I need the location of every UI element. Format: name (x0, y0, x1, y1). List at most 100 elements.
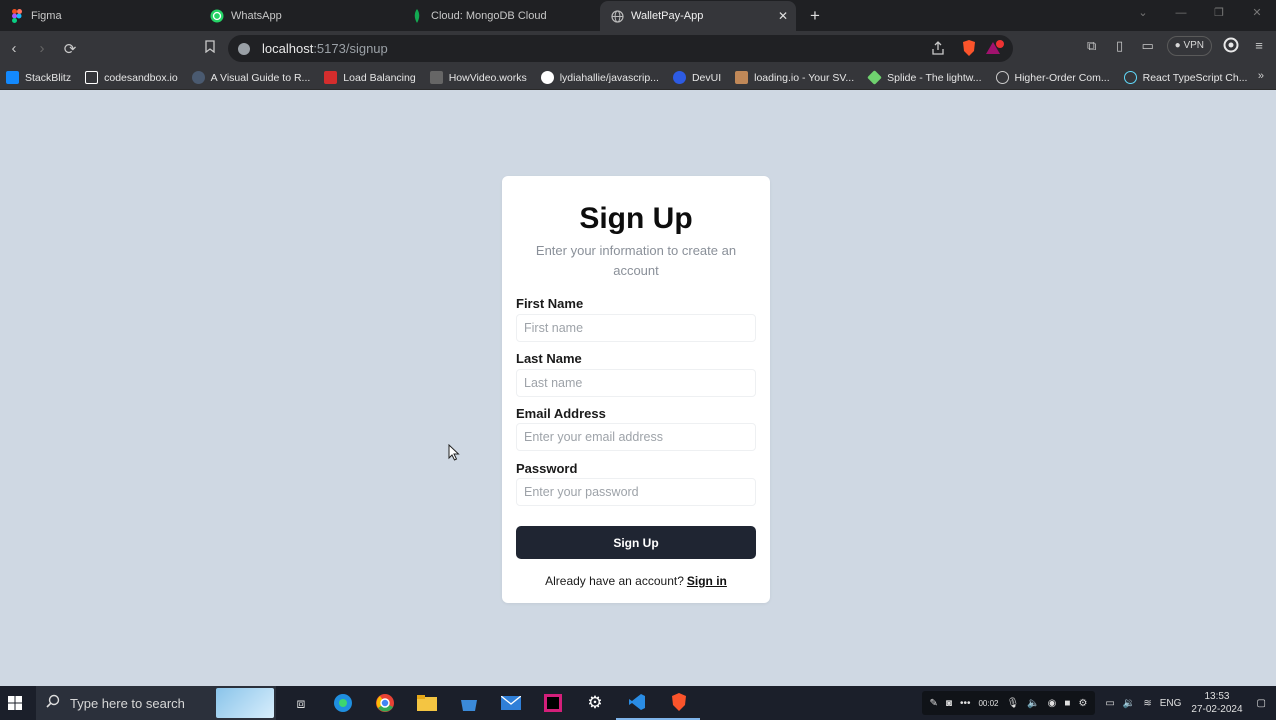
mouse-cursor-icon (448, 443, 460, 466)
page-subtitle: Enter your information to create an acco… (535, 243, 737, 278)
leo-ai-icon[interactable] (1222, 37, 1240, 55)
bookmark-item[interactable]: codesandbox.io (85, 71, 178, 84)
taskbar-clock[interactable]: 13:53 27-02-2024 (1191, 690, 1242, 716)
forward-icon[interactable]: › (28, 40, 56, 57)
last-name-input[interactable] (516, 369, 756, 397)
whatsapp-icon (210, 9, 224, 23)
windows-taskbar: Type here to search ⧈ ⚙ ✎ ◙ ••• 00:02 🎙 … (0, 686, 1276, 720)
site-info-icon[interactable] (238, 42, 250, 55)
stackblitz-icon (6, 71, 19, 84)
clock-date: 27-02-2024 (1191, 704, 1243, 715)
taskbar-apps: ⧈ ⚙ (280, 686, 700, 720)
settings-icon[interactable]: ⚙ (574, 686, 616, 720)
bookmark-item[interactable]: A Visual Guide to R... (191, 71, 310, 84)
edge-icon[interactable] (322, 686, 364, 720)
file-explorer-icon[interactable] (406, 686, 448, 720)
password-input[interactable] (516, 478, 756, 506)
recording-time: 00:02 (978, 698, 999, 708)
more-icon[interactable]: ••• (960, 698, 971, 709)
share-icon[interactable] (931, 41, 945, 60)
bookmark-item[interactable]: React TypeScript Ch... (1123, 71, 1247, 84)
toolbar-right: ⧉ ▯ ▭ ● VPN ≡ (1083, 36, 1268, 56)
camera-icon[interactable]: ◙ (946, 698, 952, 709)
search-placeholder: Type here to search (70, 695, 185, 711)
bookmark-item[interactable]: HowVideo.works (429, 71, 527, 84)
first-name-input[interactable] (516, 314, 756, 342)
window-controls: ⌄ — ❐ ✕ (1124, 0, 1276, 31)
store-icon[interactable] (448, 686, 490, 720)
chrome-icon[interactable] (364, 686, 406, 720)
bookmark-item[interactable]: Splide - The lightw... (867, 70, 982, 85)
signup-button[interactable]: Sign Up (516, 526, 756, 559)
email-input[interactable] (516, 423, 756, 451)
bookmark-item[interactable]: loading.io - Your SV... (735, 71, 854, 84)
notifications-icon[interactable]: ▢ (1257, 698, 1266, 709)
signin-link[interactable]: Sign in (687, 574, 727, 588)
back-icon[interactable]: ‹ (0, 40, 28, 57)
speaker-icon[interactable]: 🔈 (1027, 698, 1039, 709)
vpn-label: VPN (1183, 40, 1204, 51)
codesandbox-icon (85, 71, 99, 84)
url-path: :5173/signup (313, 41, 388, 56)
intellij-icon[interactable] (532, 686, 574, 720)
bookmark-item[interactable]: Higher-Order Com... (995, 71, 1110, 84)
volume-icon[interactable]: 🔉 (1123, 698, 1135, 709)
taskbar-search[interactable]: Type here to search (36, 686, 276, 720)
restore-icon[interactable]: ❐ (1200, 0, 1238, 31)
address-bar[interactable]: localhost:5173/signup (228, 35, 1013, 62)
brave-shield-icon[interactable] (961, 39, 977, 62)
stop-icon[interactable]: ■ (1064, 698, 1070, 709)
microphone-icon[interactable]: 🎙 (1007, 698, 1020, 709)
windows-start-icon[interactable] (0, 686, 30, 720)
tab-walletpay[interactable]: WalletPay-App ✕ (600, 0, 796, 32)
bookmark-item[interactable]: lydiahallie/javascrip... (540, 71, 659, 84)
brave-rewards-icon[interactable] (985, 39, 1005, 62)
minimize-icon[interactable]: — (1162, 0, 1200, 31)
tab-mongodb[interactable]: Cloud: MongoDB Cloud (400, 0, 600, 31)
browser-tab-strip: Figma WhatsApp Cloud: MongoDB Cloud Wall… (0, 0, 1276, 32)
close-tab-icon[interactable]: ✕ (778, 9, 788, 23)
task-view-icon[interactable]: ⧈ (280, 686, 322, 720)
video-icon (429, 71, 443, 84)
webcam-icon[interactable]: ◉ (1048, 698, 1057, 709)
new-tab-icon[interactable]: + (810, 6, 820, 26)
signin-prompt-text: Already have an account? (545, 574, 684, 588)
vscode-icon[interactable] (616, 686, 658, 720)
bookmarks-overflow-icon[interactable]: » (1258, 70, 1264, 82)
close-window-icon[interactable]: ✕ (1238, 0, 1276, 31)
tab-label: Cloud: MongoDB Cloud (431, 9, 547, 22)
sidebar-icon[interactable]: ▯ (1111, 37, 1129, 55)
globe-icon (995, 71, 1009, 84)
vpn-button[interactable]: ● VPN (1166, 36, 1212, 56)
globe-icon (610, 9, 624, 23)
tab-whatsapp[interactable]: WhatsApp (200, 0, 400, 31)
search-icon (46, 694, 60, 713)
brave-icon[interactable] (658, 686, 700, 720)
search-highlight-image (216, 688, 274, 718)
signin-prompt: Already have an account? Sign in (502, 574, 770, 588)
wifi-icon[interactable]: ≋ (1143, 698, 1151, 709)
menu-icon[interactable]: ≡ (1250, 37, 1268, 55)
screen-recorder-bar: ✎ ◙ ••• 00:02 🎙 🔈 ◉ ■ ⚙ (921, 691, 1096, 715)
language-indicator[interactable]: ENG (1160, 698, 1182, 709)
gear-icon[interactable]: ⚙ (1078, 698, 1087, 709)
bookmark-item[interactable]: StackBlitz (6, 71, 71, 84)
bookmark-icon[interactable] (196, 40, 224, 57)
extensions-icon[interactable]: ⧉ (1083, 37, 1101, 55)
chevron-down-icon[interactable]: ⌄ (1124, 0, 1162, 31)
bookmark-item[interactable]: DevUI (672, 71, 721, 84)
github-icon (540, 71, 554, 84)
battery-icon[interactable]: ▭ (1105, 698, 1114, 709)
wallet-icon[interactable]: ▭ (1139, 37, 1157, 55)
bookmark-item[interactable]: Load Balancing (324, 71, 416, 84)
tab-figma[interactable]: Figma (0, 0, 200, 31)
email-label: Email Address (516, 406, 606, 421)
reload-icon[interactable]: ⟳ (56, 40, 84, 58)
pen-icon[interactable]: ✎ (930, 698, 938, 709)
tab-label: WalletPay-App (631, 10, 704, 22)
cc-icon (191, 71, 205, 84)
mail-icon[interactable] (490, 686, 532, 720)
system-tray: ✎ ◙ ••• 00:02 🎙 🔈 ◉ ■ ⚙ ▭ 🔉 ≋ ENG 13:53 … (921, 686, 1276, 720)
figma-icon (10, 8, 24, 23)
signup-card: Sign Up Enter your information to create… (502, 176, 770, 603)
